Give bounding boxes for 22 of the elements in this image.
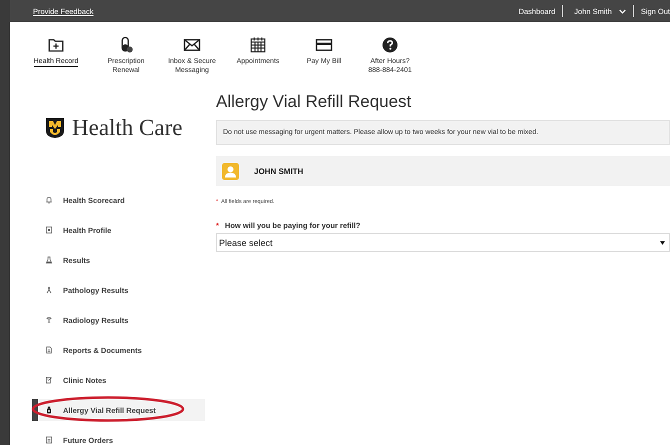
credit-card-icon[interactable]	[315, 36, 333, 54]
page-title: Allergy Vial Refill Request	[216, 92, 412, 112]
logo-icon	[45, 117, 65, 139]
payment-select[interactable]: Please select	[216, 233, 670, 252]
ribbon-icon	[45, 286, 53, 294]
question-icon[interactable]	[381, 36, 399, 54]
chevron-down-icon[interactable]	[618, 8, 626, 14]
logo-text: Health Care	[72, 115, 182, 141]
profile-card-icon	[45, 226, 53, 234]
notepad-icon	[45, 376, 53, 384]
flask-icon	[45, 256, 53, 264]
envelope-icon[interactable]	[183, 36, 201, 54]
patient-name: JOHN SMITH	[254, 166, 304, 176]
caret-icon	[660, 240, 665, 244]
document-icon	[45, 346, 53, 354]
bell-icon	[45, 196, 53, 204]
document-icon	[45, 436, 53, 444]
folder-plus-icon[interactable]	[47, 36, 65, 54]
calendar-icon[interactable]	[249, 36, 267, 54]
vial-icon	[45, 406, 53, 414]
avatar-icon	[222, 162, 239, 180]
radiation-icon	[45, 316, 53, 324]
